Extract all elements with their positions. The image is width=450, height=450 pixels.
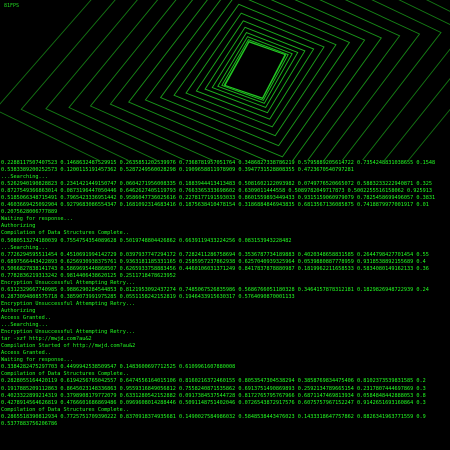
terminal-line: 0.4023322899214319 0.3798908179772079 0.… xyxy=(1,392,426,399)
terminal-line: 0.7782836219313242 0.9814406438620125 0.… xyxy=(1,272,176,279)
tunnel-frame xyxy=(45,0,450,160)
terminal-line: 0.5080513274180039 0.7554754354089628 0.… xyxy=(1,237,292,244)
terminal-line: 0.8727549366863014 0.0873196447050446 0.… xyxy=(1,188,432,195)
terminal-line: Waiting for response... xyxy=(1,216,73,223)
terminal-line: Compilation of Data Structures Complete.… xyxy=(1,230,130,237)
terminal-line: Waiting for response... xyxy=(1,357,73,364)
terminal-line: 0.5262940190828823 0.2341421449150747 0.… xyxy=(1,181,432,188)
terminal-line: 0.4603669425092904 0.9279683086554347 0.… xyxy=(1,202,429,209)
terminal-output: 0.2288117507407523 0.1468632487529915 0.… xyxy=(0,160,450,450)
terminal-line: 0.6897566443422893 0.6256930938375761 0.… xyxy=(1,258,426,265)
terminal-line: 0.1917885209112863 0.8645023148336863 0.… xyxy=(1,385,426,392)
terminal-line: Compilation of Data Structures Complete.… xyxy=(1,371,130,378)
tunnel-frame xyxy=(20,0,450,160)
terminal-line: Authorizing xyxy=(1,307,36,314)
terminal-line: 0.2865518390812934 0.7725751709390222 0.… xyxy=(1,413,426,420)
terminal-line: Access Granted.. xyxy=(1,350,51,357)
terminal-line: Encryption Unsuccessful Attempting Retry… xyxy=(1,279,136,286)
terminal-line: Access Granted.. xyxy=(1,315,51,322)
terminal-line: 0.2288117507407523 0.1468632487529915 0.… xyxy=(1,160,436,166)
tunnel-frame xyxy=(159,0,351,147)
terminal-line: 0.5185066348715491 0.7965423336951442 0.… xyxy=(1,195,436,202)
terminal-line: 0.6312329667740985 0.9886290284544853 0.… xyxy=(1,286,429,293)
terminal-line: 0.7726294595511454 0.4510691994142729 0.… xyxy=(1,251,429,258)
terminal-line: 0.4278914564626819 0.4766601686869486 0.… xyxy=(1,399,426,406)
terminal-line: 0.5377883756206786 xyxy=(1,420,58,427)
terminal-line: tar -xzf http://mwjd.com?au&2 xyxy=(1,336,92,343)
terminal-line: 0.5383389200252573 0.1200115191457362 0.… xyxy=(1,167,354,174)
terminal-line: 0.3384282475297703 0.4499942538509547 0.… xyxy=(1,364,236,371)
terminal-line: Encryption Unsuccessful Attempting Retry… xyxy=(1,329,136,336)
terminal-line: Compilation Started of http://mwjd.com?a… xyxy=(1,343,136,350)
terminal-line: 0.2873094808575718 0.3859073991975285 0.… xyxy=(1,293,295,300)
terminal-line: ...Searching... xyxy=(1,174,48,181)
terminal-line: 0.2075628006777889 xyxy=(1,209,58,216)
terminal-line: Authorizing xyxy=(1,223,36,230)
terminal-line: Compilation of Data Structures Complete.… xyxy=(1,406,130,413)
terminal-line: 0.2828055164420119 0.6194256765042557 0.… xyxy=(1,378,426,385)
terminal-line: 0.5066827838141743 0.5869695448868507 0.… xyxy=(1,265,429,272)
wireframe-tunnel-graphic xyxy=(0,0,450,160)
terminal-line: ...Searching... xyxy=(1,244,48,251)
terminal-line: ...Searching... xyxy=(1,322,48,329)
terminal-line: Encryption Unsuccessful Attempting Retry… xyxy=(1,300,136,307)
